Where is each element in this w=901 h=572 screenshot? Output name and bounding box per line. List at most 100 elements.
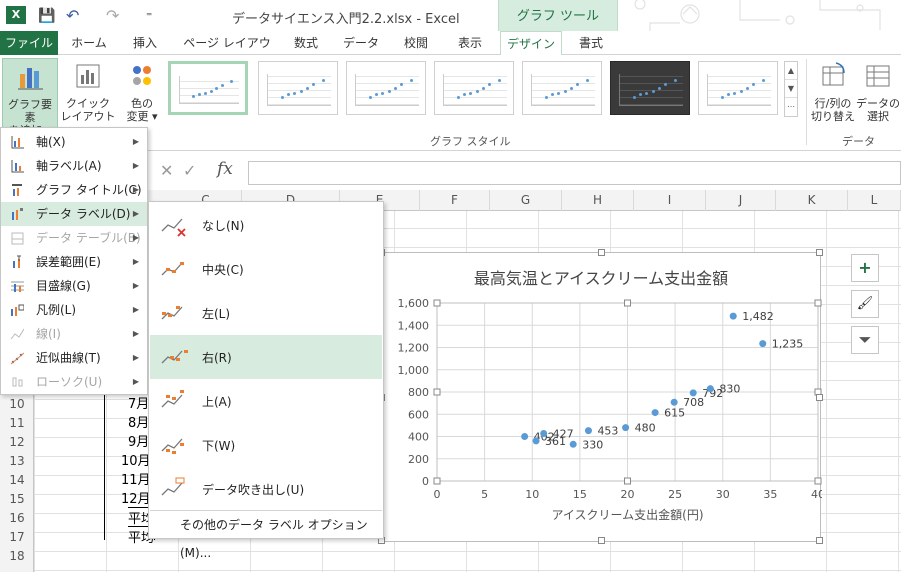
menu-item-axis[interactable]: 軸(X) ▶	[1, 130, 147, 154]
menu-item-updown-bars: ローソク(U) ▶	[1, 370, 147, 394]
resize-handle[interactable]	[816, 537, 823, 544]
enter-icon[interactable]: ✓	[183, 161, 196, 180]
gallery-scroll[interactable]: ▲ ▼ ⋯	[784, 61, 798, 117]
more-data-label-options[interactable]: その他のデータ ラベル オプション(M)...	[150, 510, 382, 560]
save-icon[interactable]: 💾	[38, 6, 55, 26]
chart-style-thumbnail[interactable]	[168, 61, 248, 115]
resize-handle[interactable]	[598, 537, 605, 544]
updown-bars-icon	[12, 377, 23, 387]
menu-item-error-bars[interactable]: 誤差範囲(E) ▶	[1, 250, 147, 274]
tab-data[interactable]: データ	[336, 31, 386, 55]
customize-qat-icon[interactable]: ⁼	[146, 6, 152, 26]
column-header[interactable]: H	[562, 190, 634, 211]
plot-area-handle	[433, 388, 441, 396]
row-header[interactable]: 10	[0, 395, 34, 414]
chart-styles-brush-icon[interactable]: 🖌	[851, 290, 879, 318]
tab-insert[interactable]: 挿入	[120, 31, 170, 55]
add-chart-element-button[interactable]: グラフ要素 を追加 ▾	[2, 58, 58, 137]
error-bars-icon	[13, 255, 21, 268]
tab-home[interactable]: ホーム	[64, 31, 114, 55]
column-header[interactable]: I	[634, 190, 706, 211]
tab-format[interactable]: 書式	[566, 31, 616, 55]
thumbnail-point	[321, 78, 325, 82]
redo-icon[interactable]: ↷	[106, 6, 119, 26]
submenu-item-label-below[interactable]: 下(W)	[150, 423, 382, 467]
tab-view[interactable]: 表示	[446, 31, 494, 55]
row-header[interactable]: 13	[0, 452, 34, 471]
row-header[interactable]: 15	[0, 490, 34, 509]
column-header[interactable]: L	[848, 190, 901, 211]
cancel-icon[interactable]: ✕	[160, 161, 173, 180]
resize-handle[interactable]	[816, 394, 823, 401]
tab-formulas[interactable]: 数式	[282, 31, 330, 55]
thumbnail-point	[230, 80, 234, 84]
data-label: 1,235	[772, 338, 804, 351]
change-colors-button[interactable]: 色の 変更 ▾	[120, 58, 164, 128]
scatter-plot[interactable]: 0 200 400 600 800 1,000 1,200 1,400 1,600 0 5 10 15 2…	[382, 253, 823, 543]
column-header[interactable]: G	[490, 190, 562, 211]
cell[interactable]: 10月	[121, 450, 151, 469]
data-point	[540, 429, 548, 437]
data-label: 480	[635, 422, 656, 435]
tab-review[interactable]: 校閲	[392, 31, 440, 55]
thumbnail-point	[191, 94, 195, 98]
cell[interactable]: 7月	[128, 393, 149, 412]
label-callout-icon	[161, 477, 185, 496]
submenu-item-label-none[interactable]: なし(N)	[150, 203, 382, 247]
undo-icon[interactable]: ↶	[66, 6, 79, 26]
chart-style-thumbnail[interactable]	[610, 61, 690, 115]
insert-function-icon[interactable]: fx	[217, 159, 233, 179]
gallery-more-icon[interactable]: ⋯	[785, 98, 797, 116]
tab-design[interactable]: デザイン	[500, 31, 562, 56]
cell[interactable]: 9月	[128, 431, 149, 450]
row-header[interactable]: 14	[0, 471, 34, 490]
row-header[interactable]: 12	[0, 433, 34, 452]
menu-item-trendline[interactable]: 近似曲線(T) ▶	[1, 346, 147, 370]
row-header[interactable]: 17	[0, 528, 34, 547]
chart-elements-plus-icon[interactable]: +	[851, 254, 879, 282]
row-header[interactable]: 11	[0, 414, 34, 433]
chart-area[interactable]: 最高気温とアイスクリーム支出金額 0 200 400 600 800 1,000 1,200…	[378, 249, 823, 544]
quick-layout-icon	[76, 64, 100, 88]
group-divider	[806, 59, 807, 145]
column-header[interactable]: K	[776, 190, 848, 211]
menu-item-axis-label[interactable]: 軸ラベル(A) ▶	[1, 154, 147, 178]
column-header[interactable]: F	[420, 190, 490, 211]
chart-style-thumbnail[interactable]	[346, 61, 426, 115]
cell[interactable]: 12月	[121, 488, 151, 507]
select-data-icon	[866, 65, 890, 87]
column-header[interactable]: J	[706, 190, 776, 211]
resize-handle[interactable]	[598, 249, 605, 256]
thumbnail-point	[215, 87, 219, 91]
chart-style-thumbnail[interactable]	[698, 61, 778, 115]
menu-item-gridlines[interactable]: 目盛線(G) ▶	[1, 274, 147, 298]
submenu-item-label-right[interactable]: 右(R)	[150, 335, 382, 379]
thumbnail-point	[752, 83, 756, 87]
submenu-item-label-above[interactable]: 上(A)	[150, 379, 382, 423]
menu-item-data-label[interactable]: データ ラベル(D) ▶	[1, 202, 147, 226]
submenu-item-label-callout[interactable]: データ吹き出し(U)	[150, 467, 382, 511]
select-data-button[interactable]: データの 選択	[856, 58, 900, 128]
gallery-up-icon[interactable]: ▲	[785, 62, 797, 80]
cell[interactable]: 8月	[128, 412, 149, 431]
formula-input[interactable]	[248, 161, 901, 185]
resize-handle[interactable]	[816, 249, 823, 256]
chart-style-thumbnail[interactable]	[434, 61, 514, 115]
tab-page-layout[interactable]: ページ レイアウト	[178, 31, 276, 74]
chart-filters-icon[interactable]: ⏷	[851, 326, 879, 354]
tab-file[interactable]: ファイル	[0, 31, 58, 55]
row-header[interactable]: 18	[0, 547, 34, 566]
submenu-item-label-left[interactable]: 左(L)	[150, 291, 382, 335]
menu-item-chart-title[interactable]: グラフ タイトル(C) ▶	[1, 178, 147, 202]
menu-item-legend[interactable]: 凡例(L) ▶	[1, 298, 147, 322]
chart-style-thumbnail[interactable]	[258, 61, 338, 115]
row-header[interactable]: 16	[0, 509, 34, 528]
thumbnail-plot	[179, 76, 239, 104]
y-tick-label: 1,000	[398, 364, 430, 377]
gallery-down-icon[interactable]: ▼	[785, 80, 797, 98]
submenu-item-label-center[interactable]: 中央(C)	[150, 247, 382, 291]
quick-layout-button[interactable]: クイック レイアウト ▾	[60, 58, 116, 136]
chart-style-thumbnail[interactable]	[522, 61, 602, 115]
cell[interactable]: 11月	[121, 469, 151, 488]
switch-row-column-button[interactable]: 行/列の 切り替え	[810, 58, 856, 128]
